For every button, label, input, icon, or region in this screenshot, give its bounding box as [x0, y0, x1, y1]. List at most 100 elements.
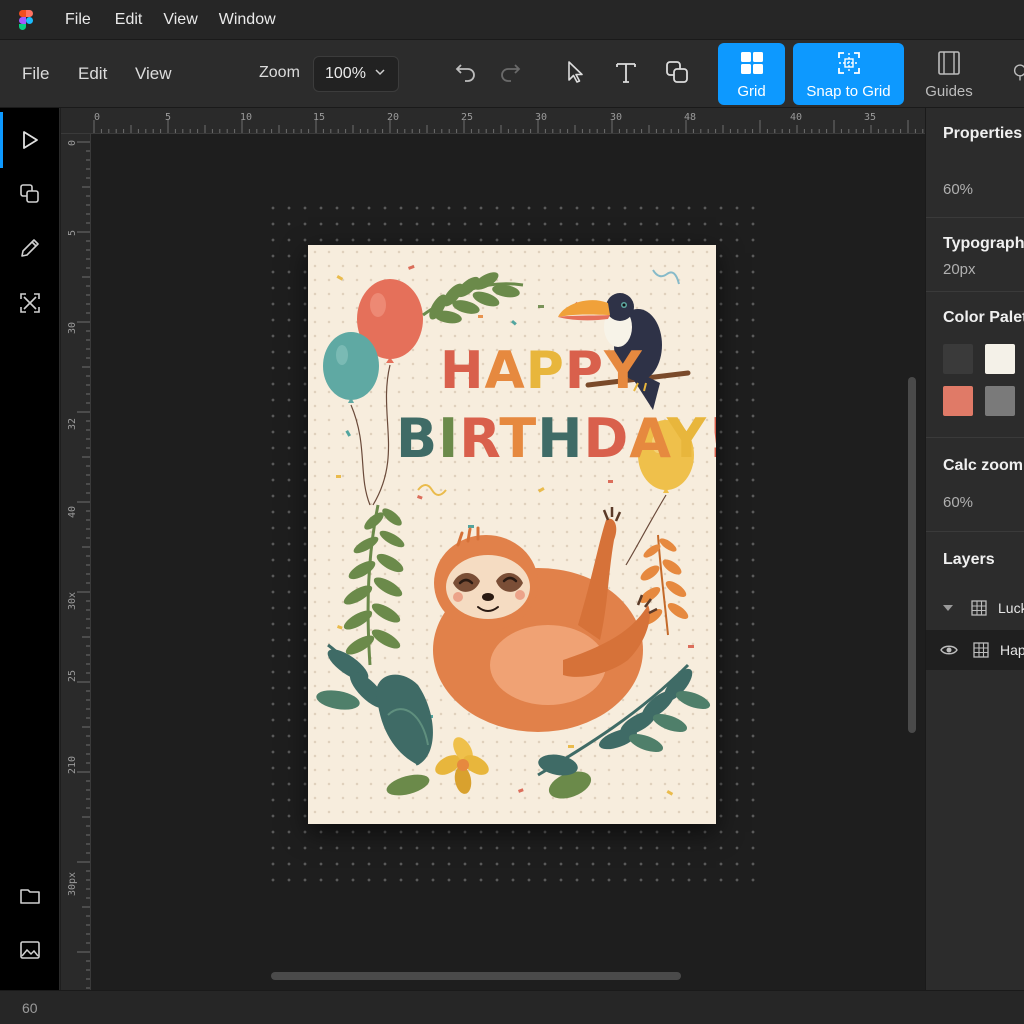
- select-cursor-icon[interactable]: [562, 58, 590, 86]
- ruler-top-label: 30: [535, 112, 548, 123]
- ruler-top-label: 5: [165, 112, 172, 123]
- properties-title: Properties: [943, 125, 1023, 142]
- card-illustration: [316, 264, 711, 799]
- leaf-sprig-top: [422, 272, 524, 324]
- typography-section: Typography 20px: [926, 218, 1024, 292]
- fern-left: [343, 504, 405, 666]
- titlebar-menu-window[interactable]: Window: [219, 11, 276, 29]
- ruler-top: 0 5 10 15 20 25 30 30 48 40 35: [61, 108, 925, 134]
- search-icon[interactable]: [1010, 58, 1024, 86]
- properties-section: Properties 60%: [926, 108, 1024, 218]
- toolbar: File Edit View Zoom 100% Grid Snap to Gr…: [0, 40, 1024, 108]
- title-bar: File Edit View Window: [0, 0, 1024, 40]
- grid-icon: [740, 52, 763, 74]
- text-tool-icon[interactable]: [612, 58, 640, 86]
- greeting-letter: H: [537, 407, 584, 470]
- undo-icon[interactable]: [452, 58, 480, 86]
- ruler-top-label: 10: [240, 112, 253, 123]
- layer-row[interactable]: Happy: [926, 630, 1024, 670]
- layer-row[interactable]: Lucky: [926, 588, 1024, 628]
- layers-copy-icon[interactable]: [18, 182, 42, 206]
- leaves-bottom-left: [316, 643, 433, 796]
- zoom-select[interactable]: 100%: [313, 56, 399, 92]
- greeting-letter: R: [459, 407, 500, 470]
- greeting-letter: Y: [666, 407, 708, 470]
- zoom-label: Zoom: [259, 64, 300, 81]
- horizontal-scrollbar[interactable]: [271, 972, 681, 980]
- flower-yellow: [435, 737, 489, 794]
- greeting-line-1: HAPPY: [440, 341, 643, 401]
- tool-rail: [0, 108, 60, 990]
- calc-zoom-section: Calc zoom 60%: [926, 438, 1024, 532]
- active-tool-indicator: [0, 112, 3, 168]
- ruler-left: 0 5 30 32 40 30x 25 210 30px: [61, 134, 91, 990]
- ruler-top-label: 15: [313, 112, 326, 123]
- sloth: [433, 507, 658, 732]
- frame-grid-icon: [971, 600, 987, 616]
- greeting-letter: A: [484, 341, 526, 401]
- redo-icon[interactable]: [496, 58, 524, 86]
- properties-value[interactable]: 60%: [943, 181, 973, 198]
- color-swatch[interactable]: [985, 344, 1015, 374]
- ruler-left-label: 210: [67, 755, 78, 774]
- calc-zoom-value[interactable]: 60%: [943, 494, 973, 511]
- ruler-top-label: 35: [864, 112, 877, 123]
- birthday-card-artboard[interactable]: HAPPY BIRTHDAY!: [308, 245, 716, 824]
- greeting-letter: P: [564, 341, 605, 401]
- expand-icon[interactable]: [18, 291, 42, 315]
- greeting-line-2: BIRTHDAY!: [396, 407, 716, 470]
- color-swatch[interactable]: [943, 386, 973, 416]
- typography-value[interactable]: 20px: [943, 261, 976, 278]
- image-icon[interactable]: [18, 938, 42, 962]
- greeting-letter: D: [583, 407, 630, 470]
- toolbar-menu-edit[interactable]: Edit: [78, 64, 107, 84]
- grid-toggle-button[interactable]: Grid: [718, 43, 785, 105]
- canvas[interactable]: HAPPY BIRTHDAY!: [91, 134, 925, 990]
- titlebar-menu-view[interactable]: View: [163, 11, 197, 29]
- ruler-left-ticks: [77, 141, 90, 989]
- titlebar-menu-file[interactable]: File: [65, 11, 91, 29]
- calc-zoom-title: Calc zoom: [943, 457, 1024, 474]
- titlebar-menu-edit[interactable]: Edit: [115, 11, 143, 29]
- shapes-tool-icon[interactable]: [663, 58, 691, 86]
- grid-toggle-label: Grid: [737, 83, 766, 100]
- ruler-top-label: 20: [387, 112, 400, 123]
- greeting-letter: A: [629, 407, 667, 470]
- guides-icon: [938, 51, 960, 75]
- chevron-down-icon: [375, 69, 385, 76]
- color-swatch[interactable]: [943, 344, 973, 374]
- eye-icon[interactable]: [940, 643, 958, 657]
- snap-to-grid-toggle-button[interactable]: Snap to Grid: [793, 43, 904, 105]
- ruler-top-label: 25: [461, 112, 474, 123]
- folder-icon[interactable]: [18, 884, 42, 908]
- app-logo-icon: [19, 9, 37, 30]
- toolbar-menu-view[interactable]: View: [135, 64, 172, 84]
- greeting-letter: P: [525, 341, 565, 401]
- status-bar: 60: [0, 990, 1024, 1024]
- guides-toggle-button[interactable]: Guides: [912, 43, 986, 105]
- ruler-left-label: 30: [67, 321, 78, 334]
- ruler-left-label: 30px: [67, 871, 78, 896]
- toolbar-menu-file[interactable]: File: [22, 64, 49, 84]
- layers-title: Layers: [943, 551, 995, 568]
- color-palette-title: Color Palette: [943, 309, 1024, 326]
- ruler-left-label: 40: [67, 505, 78, 518]
- greeting-letter: !: [707, 407, 716, 470]
- greeting-letter: B: [396, 407, 439, 470]
- pencil-icon[interactable]: [18, 236, 42, 260]
- greeting-letter: T: [499, 407, 538, 470]
- play-icon[interactable]: [18, 128, 42, 152]
- frame-grid-icon: [973, 642, 989, 658]
- greeting-letter: I: [438, 407, 460, 470]
- greeting-letter: Y: [604, 341, 643, 401]
- caret-down-icon[interactable]: [942, 602, 954, 614]
- color-palette-section: Color Palette: [926, 292, 1024, 438]
- layer-name: Lucky: [998, 600, 1024, 616]
- ruler-left-label: 5: [67, 229, 78, 236]
- ruler-top-label: 48: [684, 112, 697, 123]
- greeting-letter: H: [440, 341, 485, 401]
- color-swatch[interactable]: [985, 386, 1015, 416]
- ruler-left-label: 30x: [67, 591, 78, 610]
- vertical-scrollbar[interactable]: [908, 377, 916, 733]
- zoom-select-value: 100%: [325, 65, 366, 82]
